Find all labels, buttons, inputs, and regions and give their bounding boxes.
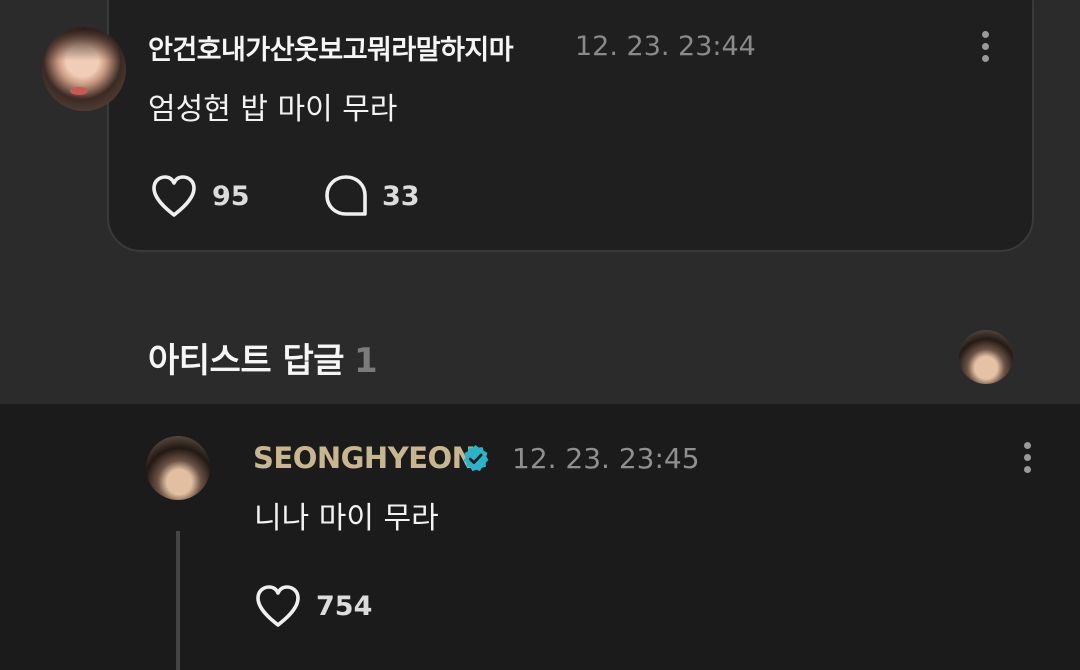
heart-icon [256,585,300,627]
post-comment-count: 33 [382,180,420,212]
artist-avatar[interactable] [146,436,210,500]
post-author-name[interactable]: 안건호내가산옷보고뭐라말하지마 [148,28,514,67]
artist-replies-title: 아티스트 답글 [148,341,345,381]
reply-like-button[interactable]: 754 [254,584,372,628]
fan-avatar[interactable] [42,27,126,111]
artist-replies-heading: 아티스트 답글 1 [148,333,378,382]
thread-connector-line [176,531,180,670]
reply-text: 니나 마이 무라 [254,501,439,536]
post-like-button[interactable]: 95 [150,174,250,218]
heart-icon [152,175,196,217]
reply-like-count: 754 [316,590,373,622]
reply-author-name[interactable]: SEONGHYEON [253,441,476,475]
comment-thread-screen: 안건호내가산옷보고뭐라말하지마 12. 23. 23:44 엄성현 밥 마이 무… [0,0,1080,670]
post-like-count: 95 [212,180,250,212]
verified-badge-icon [463,444,489,472]
post-timestamp: 12. 23. 23:44 [575,31,756,62]
post-text: 엄성현 밥 마이 무라 [148,92,398,127]
artist-avatar-small[interactable] [959,330,1013,384]
post-comment-button[interactable]: 33 [324,174,420,218]
comment-bubble-icon [325,175,367,216]
artist-replies-count: 1 [354,341,378,381]
post-more-options-icon[interactable] [975,31,995,67]
artist-reply: SEONGHYEON 12. 23. 23:45 니나 마이 무라 754 [0,404,1080,670]
reply-more-options-icon[interactable] [1017,442,1037,478]
reply-timestamp: 12. 23. 23:45 [512,442,700,475]
